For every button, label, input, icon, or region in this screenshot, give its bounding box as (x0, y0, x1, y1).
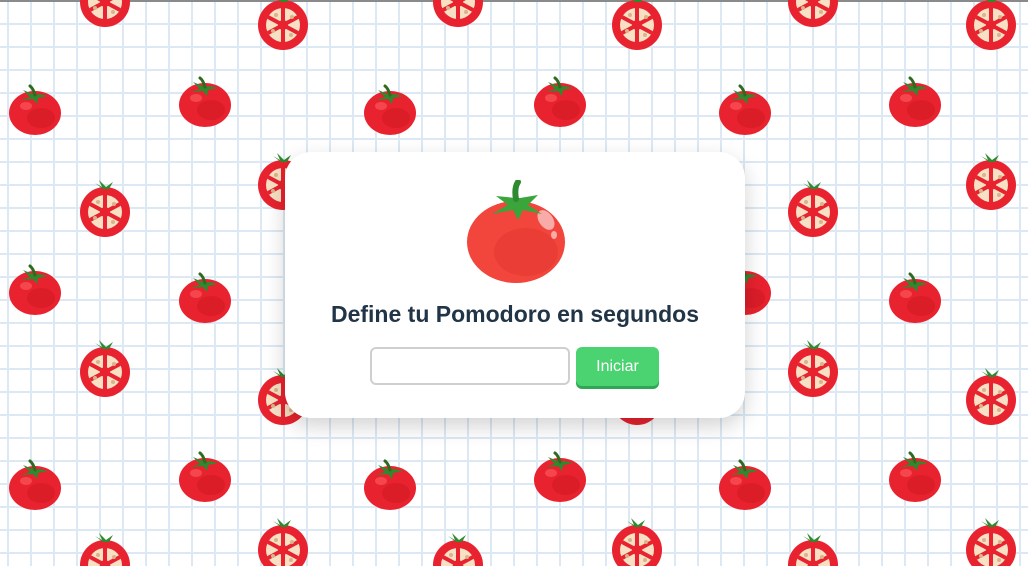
half-tomato-icon (786, 0, 840, 29)
half-tomato-icon (964, 516, 1018, 566)
half-tomato-icon (256, 0, 310, 52)
whole-tomato-icon (532, 451, 588, 504)
page-title: Define tu Pomodoro en segundos (330, 301, 699, 327)
half-tomato-icon (786, 178, 840, 239)
whole-tomato-icon (177, 451, 233, 504)
pomodoro-card: Define tu Pomodoro en segundos Iniciar (285, 152, 745, 418)
seconds-input[interactable] (370, 347, 570, 385)
half-tomato-icon (786, 531, 840, 566)
half-tomato-icon (964, 0, 1018, 52)
whole-tomato-icon (887, 451, 943, 504)
half-tomato-icon (964, 151, 1018, 212)
half-tomato-icon (610, 0, 664, 52)
half-tomato-icon (431, 531, 485, 566)
half-tomato-icon (786, 338, 840, 399)
whole-tomato-icon (717, 84, 773, 137)
whole-tomato-icon (177, 76, 233, 129)
whole-tomato-icon (717, 459, 773, 512)
whole-tomato-icon (532, 76, 588, 129)
whole-tomato-icon (7, 84, 63, 137)
whole-tomato-icon (7, 459, 63, 512)
tomato-icon (467, 180, 565, 283)
whole-tomato-icon (887, 272, 943, 325)
start-button[interactable]: Iniciar (576, 347, 659, 386)
half-tomato-icon (78, 0, 132, 29)
half-tomato-icon (964, 366, 1018, 427)
whole-tomato-icon (7, 264, 63, 317)
half-tomato-icon (610, 516, 664, 566)
half-tomato-icon (431, 0, 485, 29)
half-tomato-icon (78, 178, 132, 239)
half-tomato-icon (78, 338, 132, 399)
half-tomato-icon (78, 531, 132, 566)
half-tomato-icon (256, 516, 310, 566)
whole-tomato-icon (362, 84, 418, 137)
whole-tomato-icon (362, 459, 418, 512)
whole-tomato-icon (177, 272, 233, 325)
whole-tomato-icon (887, 76, 943, 129)
